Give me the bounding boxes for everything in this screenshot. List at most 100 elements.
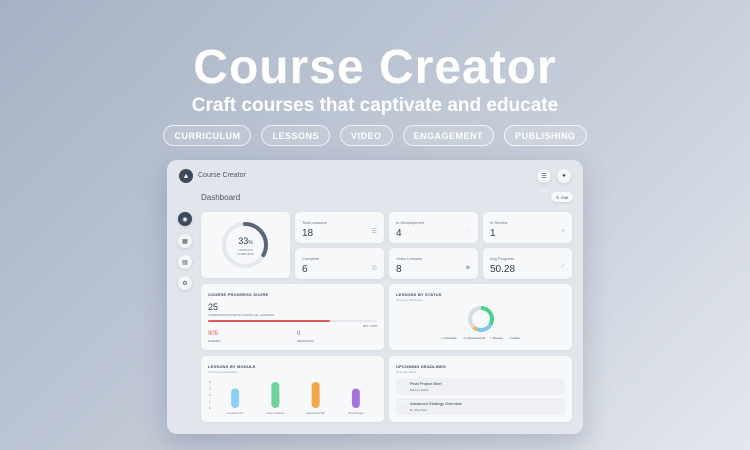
- pencil-icon: ✎: [556, 194, 560, 200]
- completion-value: 33: [238, 236, 249, 246]
- feature-pills: CURRICULUM LESSONS VIDEO ENGAGEMENT PUBL…: [0, 125, 750, 146]
- sidebar-item-calendar[interactable]: ▦: [178, 234, 192, 248]
- module-bar-label: Advanced Top: [306, 411, 325, 415]
- search-icon: ⌕: [561, 228, 565, 234]
- edit-label: Edit: [561, 194, 569, 200]
- stat-label: In Development: [396, 220, 425, 225]
- legend-item-review: ● Review: [490, 336, 503, 340]
- legend-item-complete: ● Complete: [441, 336, 457, 340]
- menu-button[interactable]: ☰: [537, 169, 551, 183]
- chart-icon: ⟋: [560, 264, 565, 270]
- chevron-right-icon: ›: [402, 384, 404, 389]
- stat-label: In Review: [490, 220, 508, 225]
- progress-bar-track: [208, 320, 377, 322]
- deadline-owner: Marcus Webb: [410, 388, 429, 392]
- stat-card-avg-progress: Avg Progress 50.28 ⟋: [483, 248, 572, 279]
- calendar-grid-icon: ▤: [182, 259, 188, 266]
- status-legend: ● Complete ● In Development ● Review ● O…: [389, 336, 572, 340]
- module-bar-label: Course Intro: [227, 411, 244, 415]
- stat-value: 6: [302, 264, 308, 275]
- status-title: LESSONS BY STATUS: [396, 292, 442, 297]
- stat-card-video-lessons: Video Lessons 8 ▶: [389, 248, 478, 279]
- module-title: LESSONS BY MODULE: [208, 364, 256, 369]
- list-icon: ☰: [371, 229, 377, 235]
- dashboard-icon: ◉: [182, 216, 188, 223]
- deadline-item[interactable]: › Advanced Strategy Overview Dr. Raj Pat…: [396, 398, 565, 415]
- stat-card-in-review: In Review 1 ⌕: [483, 212, 572, 243]
- stat-value: 50.28: [490, 264, 516, 275]
- module-bar-chart: 4 3 2 1 0 Course Intro Core Content Advanced To…: [209, 380, 364, 415]
- deadline-title: Final Project Brief: [410, 381, 442, 386]
- stat-value: 4: [396, 228, 402, 239]
- menu-icon: ☰: [541, 173, 547, 180]
- module-bar-label: Core Content: [266, 411, 284, 415]
- progress-score-card: COURSE PROGRESS SCORE 25 COMPLETION POIN…: [201, 284, 384, 350]
- check-circle-icon: ◎: [371, 265, 377, 271]
- hero-subtitle: Craft courses that captivate and educate: [191, 95, 559, 116]
- sidebar-item-schedule[interactable]: ▤: [178, 255, 192, 269]
- deadline-title: Advanced Strategy Overview: [410, 401, 462, 406]
- chevron-right-icon: ›: [402, 404, 404, 409]
- stat-label: Complete: [302, 256, 320, 261]
- user-icon: ●: [562, 173, 566, 179]
- progress-target: 905 / 1250: [362, 324, 377, 328]
- module-bar: [311, 382, 320, 408]
- pill-video: VIDEO: [339, 125, 393, 146]
- profile-button[interactable]: ●: [557, 169, 571, 183]
- sidebar-item-dashboard[interactable]: ◉: [178, 212, 192, 226]
- stat-value: 18: [302, 228, 314, 239]
- legend-item-in-development: ● In Development: [461, 336, 486, 340]
- module-bar-label: Final Projec: [348, 411, 364, 415]
- y-tick-label: 1: [209, 400, 211, 404]
- module-bar: [271, 382, 280, 408]
- completion-percent-sign: %: [248, 240, 253, 246]
- status-card: LESSONS BY STATUS Progress distribution …: [389, 284, 572, 350]
- stat-label: Avg Progress: [490, 256, 514, 261]
- app-title: Course Creator: [198, 172, 246, 179]
- pill-engagement: ENGAGEMENT: [402, 125, 495, 146]
- edit-button[interactable]: ✎ Edit: [551, 192, 574, 202]
- y-tick-label: 2: [209, 393, 211, 397]
- stat-label: Video Lessons: [396, 256, 423, 261]
- stat-card-total-lessons: Total Lessons 18 ☰: [295, 212, 384, 243]
- completion-label-2: COMPLETE: [237, 252, 254, 256]
- page-title: Dashboard: [201, 193, 241, 202]
- stat-card-complete: Complete 6 ◎: [295, 248, 384, 279]
- module-bar: [231, 388, 240, 408]
- pill-curriculum: CURRICULUM: [163, 125, 252, 146]
- spinner-icon: ◌: [467, 228, 471, 234]
- legend-item-outline: ● Outline: [507, 336, 520, 340]
- deadline-item[interactable]: › Final Project Brief Marcus Webb: [396, 378, 565, 395]
- deadlines-subtitle: Next due dates: [396, 370, 417, 374]
- module-bar: [351, 388, 360, 408]
- stat-value: 1: [490, 228, 496, 239]
- earned-value: 905: [208, 331, 219, 337]
- progress-score: 25: [208, 302, 219, 312]
- video-icon: ▶: [466, 265, 471, 271]
- app-window: ▲ Course Creator ☰ ● Dashboard ✎ Edit ◉ …: [167, 160, 583, 434]
- remaining-label: REMAINING: [297, 339, 315, 343]
- progress-caption: COMPLETION POINTS ACROSS ALL LESSONS: [208, 313, 275, 317]
- stat-card-in-development: In Development 4 ◌: [389, 212, 478, 243]
- deadlines-card: UPCOMING DEADLINES Next due dates › Fina…: [389, 356, 572, 422]
- stat-value: 8: [396, 264, 402, 275]
- status-donut-chart: [468, 306, 494, 332]
- status-subtitle: Progress distribution: [396, 298, 424, 302]
- progress-bar-fill: [208, 320, 330, 322]
- sidebar-item-settings[interactable]: ⚙: [178, 276, 192, 290]
- gear-icon: ⚙: [182, 280, 188, 287]
- remaining-value: 0: [297, 331, 301, 337]
- pill-lessons: LESSONS: [261, 125, 330, 146]
- pill-publishing: PUBLISHING: [504, 125, 587, 146]
- y-tick-label: 4: [209, 380, 211, 384]
- stat-label: Total Lessons: [302, 220, 327, 225]
- progress-title: COURSE PROGRESS SCORE: [208, 292, 269, 297]
- earned-label: EARNED: [208, 339, 221, 343]
- y-tick-label: 0: [209, 406, 211, 410]
- graduation-cap-icon: ▲: [179, 169, 193, 183]
- completion-card: 33% LESSONS COMPLETE: [201, 212, 290, 278]
- hero-title: Course Creator: [193, 41, 557, 94]
- completion-percent: 33%: [201, 236, 290, 246]
- calendar-icon: ▦: [182, 238, 188, 245]
- deadline-owner: Dr. Raj Patel: [410, 408, 427, 412]
